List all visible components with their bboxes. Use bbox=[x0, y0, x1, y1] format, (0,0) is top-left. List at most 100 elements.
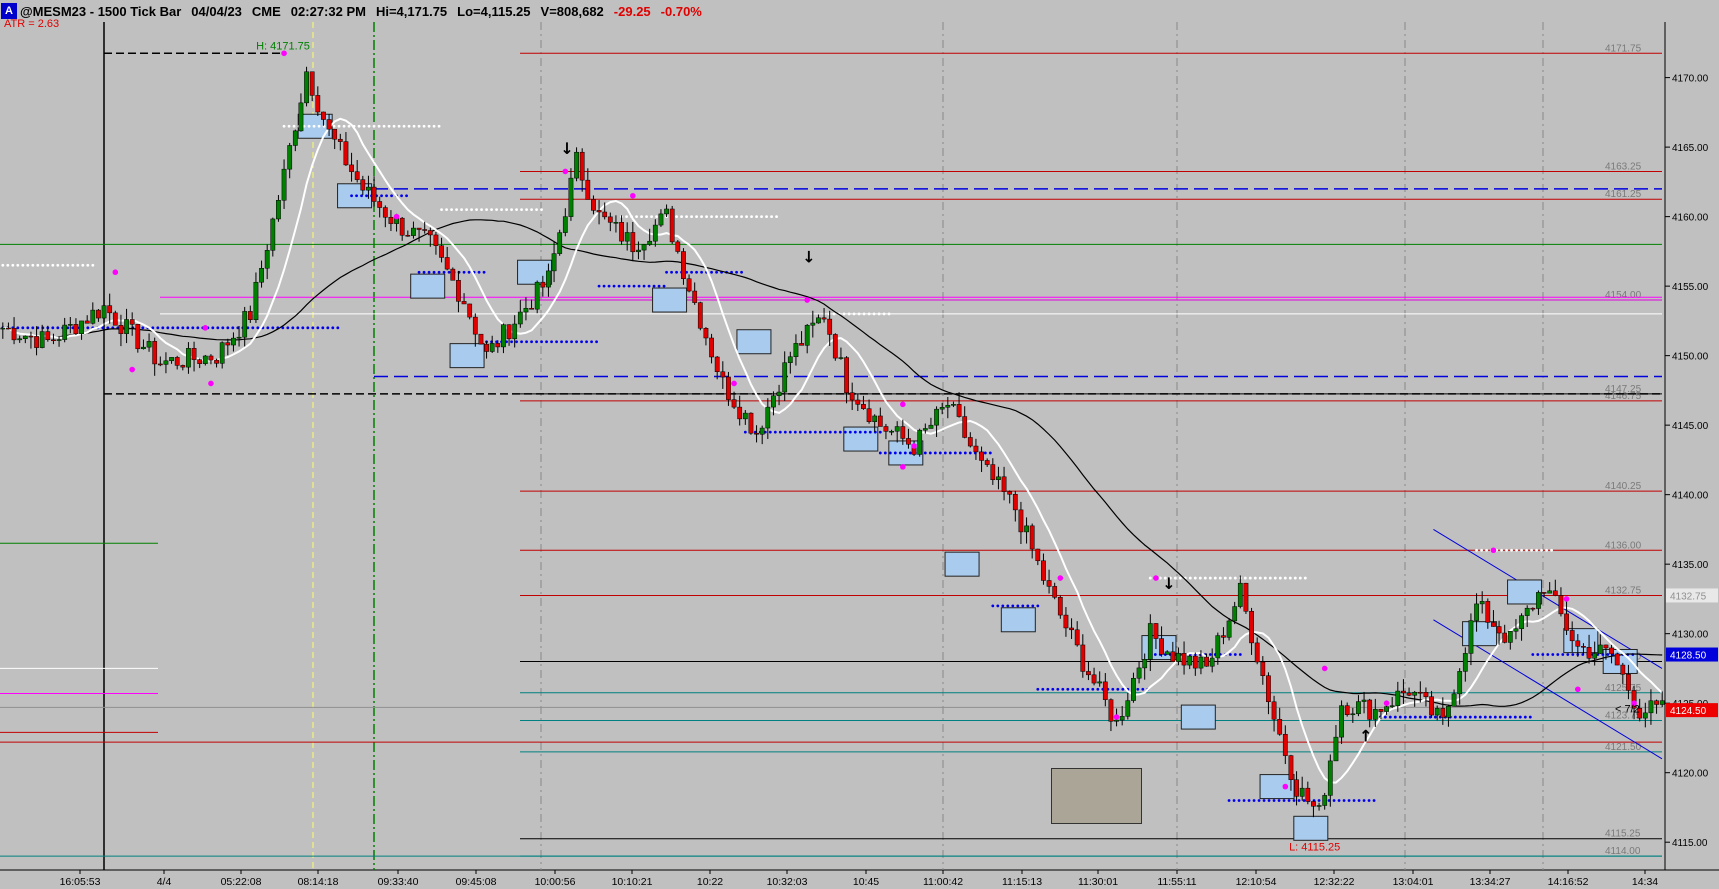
candle bbox=[1344, 702, 1350, 717]
candle-body bbox=[737, 406, 743, 420]
candle-body bbox=[276, 200, 281, 220]
profile-dot bbox=[1273, 576, 1277, 580]
candle-body bbox=[146, 341, 152, 348]
profile-dot bbox=[1545, 548, 1548, 552]
candle bbox=[411, 221, 416, 239]
pivot-marker bbox=[1575, 686, 1581, 693]
profile-dot bbox=[520, 208, 523, 212]
candle-body bbox=[1597, 644, 1603, 654]
chart-window: A @MESM23 - 1500 Tick Bar 04/04/23 CME 0… bbox=[0, 0, 1719, 889]
profile-dot bbox=[1178, 576, 1182, 580]
candle-body bbox=[1451, 693, 1457, 707]
profile-dot bbox=[690, 215, 693, 219]
candle bbox=[231, 332, 236, 352]
candle bbox=[568, 168, 574, 221]
candle-body bbox=[1282, 733, 1288, 756]
candle-body bbox=[1654, 700, 1659, 705]
profile-dot bbox=[1282, 799, 1286, 802]
profile-dot bbox=[662, 284, 666, 288]
profile-dot bbox=[1398, 715, 1402, 719]
app-badge[interactable]: A bbox=[1, 3, 17, 19]
profile-dot bbox=[400, 194, 403, 198]
candle-body bbox=[1069, 627, 1074, 631]
session-high-label: H: 4171.75 bbox=[256, 40, 310, 52]
candle-body bbox=[793, 343, 799, 357]
candle bbox=[759, 425, 765, 445]
profile-dot bbox=[1116, 687, 1120, 691]
profile-dot bbox=[1342, 799, 1346, 802]
candle bbox=[703, 327, 709, 346]
profile-dot bbox=[311, 326, 315, 330]
time-tick-label: 4/4 bbox=[157, 876, 172, 888]
profile-dot bbox=[838, 430, 842, 434]
candle bbox=[1367, 698, 1373, 728]
candle-body bbox=[534, 281, 540, 310]
profile-dot bbox=[695, 215, 698, 219]
candle-body bbox=[1648, 700, 1654, 714]
candle-body bbox=[1603, 644, 1609, 649]
profile-dot bbox=[530, 208, 533, 212]
candle bbox=[1209, 648, 1215, 673]
drawing-text-box[interactable] bbox=[1051, 768, 1142, 824]
candle-body bbox=[692, 290, 698, 303]
pivot-marker bbox=[1057, 575, 1064, 581]
profile-dot bbox=[221, 326, 225, 330]
profile-dot bbox=[1272, 799, 1276, 802]
profile-dot bbox=[988, 451, 992, 455]
profile-dot bbox=[655, 215, 658, 219]
candle-body bbox=[1417, 691, 1423, 694]
profile-dot bbox=[46, 263, 50, 267]
profile-dot bbox=[256, 326, 260, 330]
candle-body bbox=[1114, 719, 1119, 722]
profile-dot bbox=[321, 326, 325, 330]
candle-body bbox=[1316, 805, 1322, 807]
profile-dot bbox=[510, 208, 513, 212]
candle-body bbox=[1344, 705, 1350, 716]
candle-body bbox=[832, 334, 838, 359]
candle-body bbox=[1479, 601, 1485, 605]
candle bbox=[754, 425, 759, 443]
time-tick-label: 10:32:03 bbox=[767, 876, 808, 888]
profile-dot bbox=[867, 312, 871, 316]
candle bbox=[343, 132, 349, 166]
profile-dot bbox=[467, 270, 471, 274]
candle bbox=[264, 244, 270, 280]
profile-dot bbox=[657, 284, 661, 288]
profile-dot bbox=[161, 326, 165, 330]
candle bbox=[90, 302, 96, 325]
candle bbox=[951, 401, 956, 408]
profile-dot bbox=[81, 263, 85, 267]
candle-body bbox=[427, 230, 433, 236]
profile-dot bbox=[645, 215, 648, 219]
profile-dot bbox=[291, 326, 295, 330]
candle bbox=[1299, 776, 1305, 801]
profile-dot bbox=[1408, 715, 1412, 719]
dots-layer bbox=[1, 124, 1635, 802]
profile-dot bbox=[365, 194, 368, 198]
profile-dot bbox=[928, 451, 932, 455]
profile-dot bbox=[943, 451, 947, 455]
moving-averages-layer bbox=[2, 117, 1663, 784]
profile-dot bbox=[848, 430, 852, 434]
profile-dot bbox=[412, 124, 416, 128]
profile-dot bbox=[1188, 576, 1192, 580]
candle bbox=[382, 205, 388, 228]
candle-body bbox=[574, 151, 579, 179]
candle bbox=[1491, 610, 1496, 627]
candle bbox=[405, 230, 411, 237]
candle-body bbox=[1384, 706, 1389, 712]
candle-body bbox=[84, 320, 90, 324]
profile-dot bbox=[1121, 687, 1125, 691]
candle-body bbox=[236, 336, 242, 339]
profile-dot bbox=[181, 326, 185, 330]
profile-dot bbox=[773, 430, 777, 434]
candle bbox=[315, 86, 321, 116]
candle bbox=[1316, 802, 1322, 811]
candle bbox=[630, 221, 636, 262]
profile-dot bbox=[156, 326, 160, 330]
price-chart[interactable]: 4171.754163.254161.254154.004147.254146.… bbox=[0, 0, 1719, 889]
candle-body bbox=[1592, 653, 1598, 659]
profile-dot bbox=[1463, 715, 1467, 719]
profile-dot bbox=[36, 263, 40, 267]
candle-body bbox=[225, 342, 231, 346]
